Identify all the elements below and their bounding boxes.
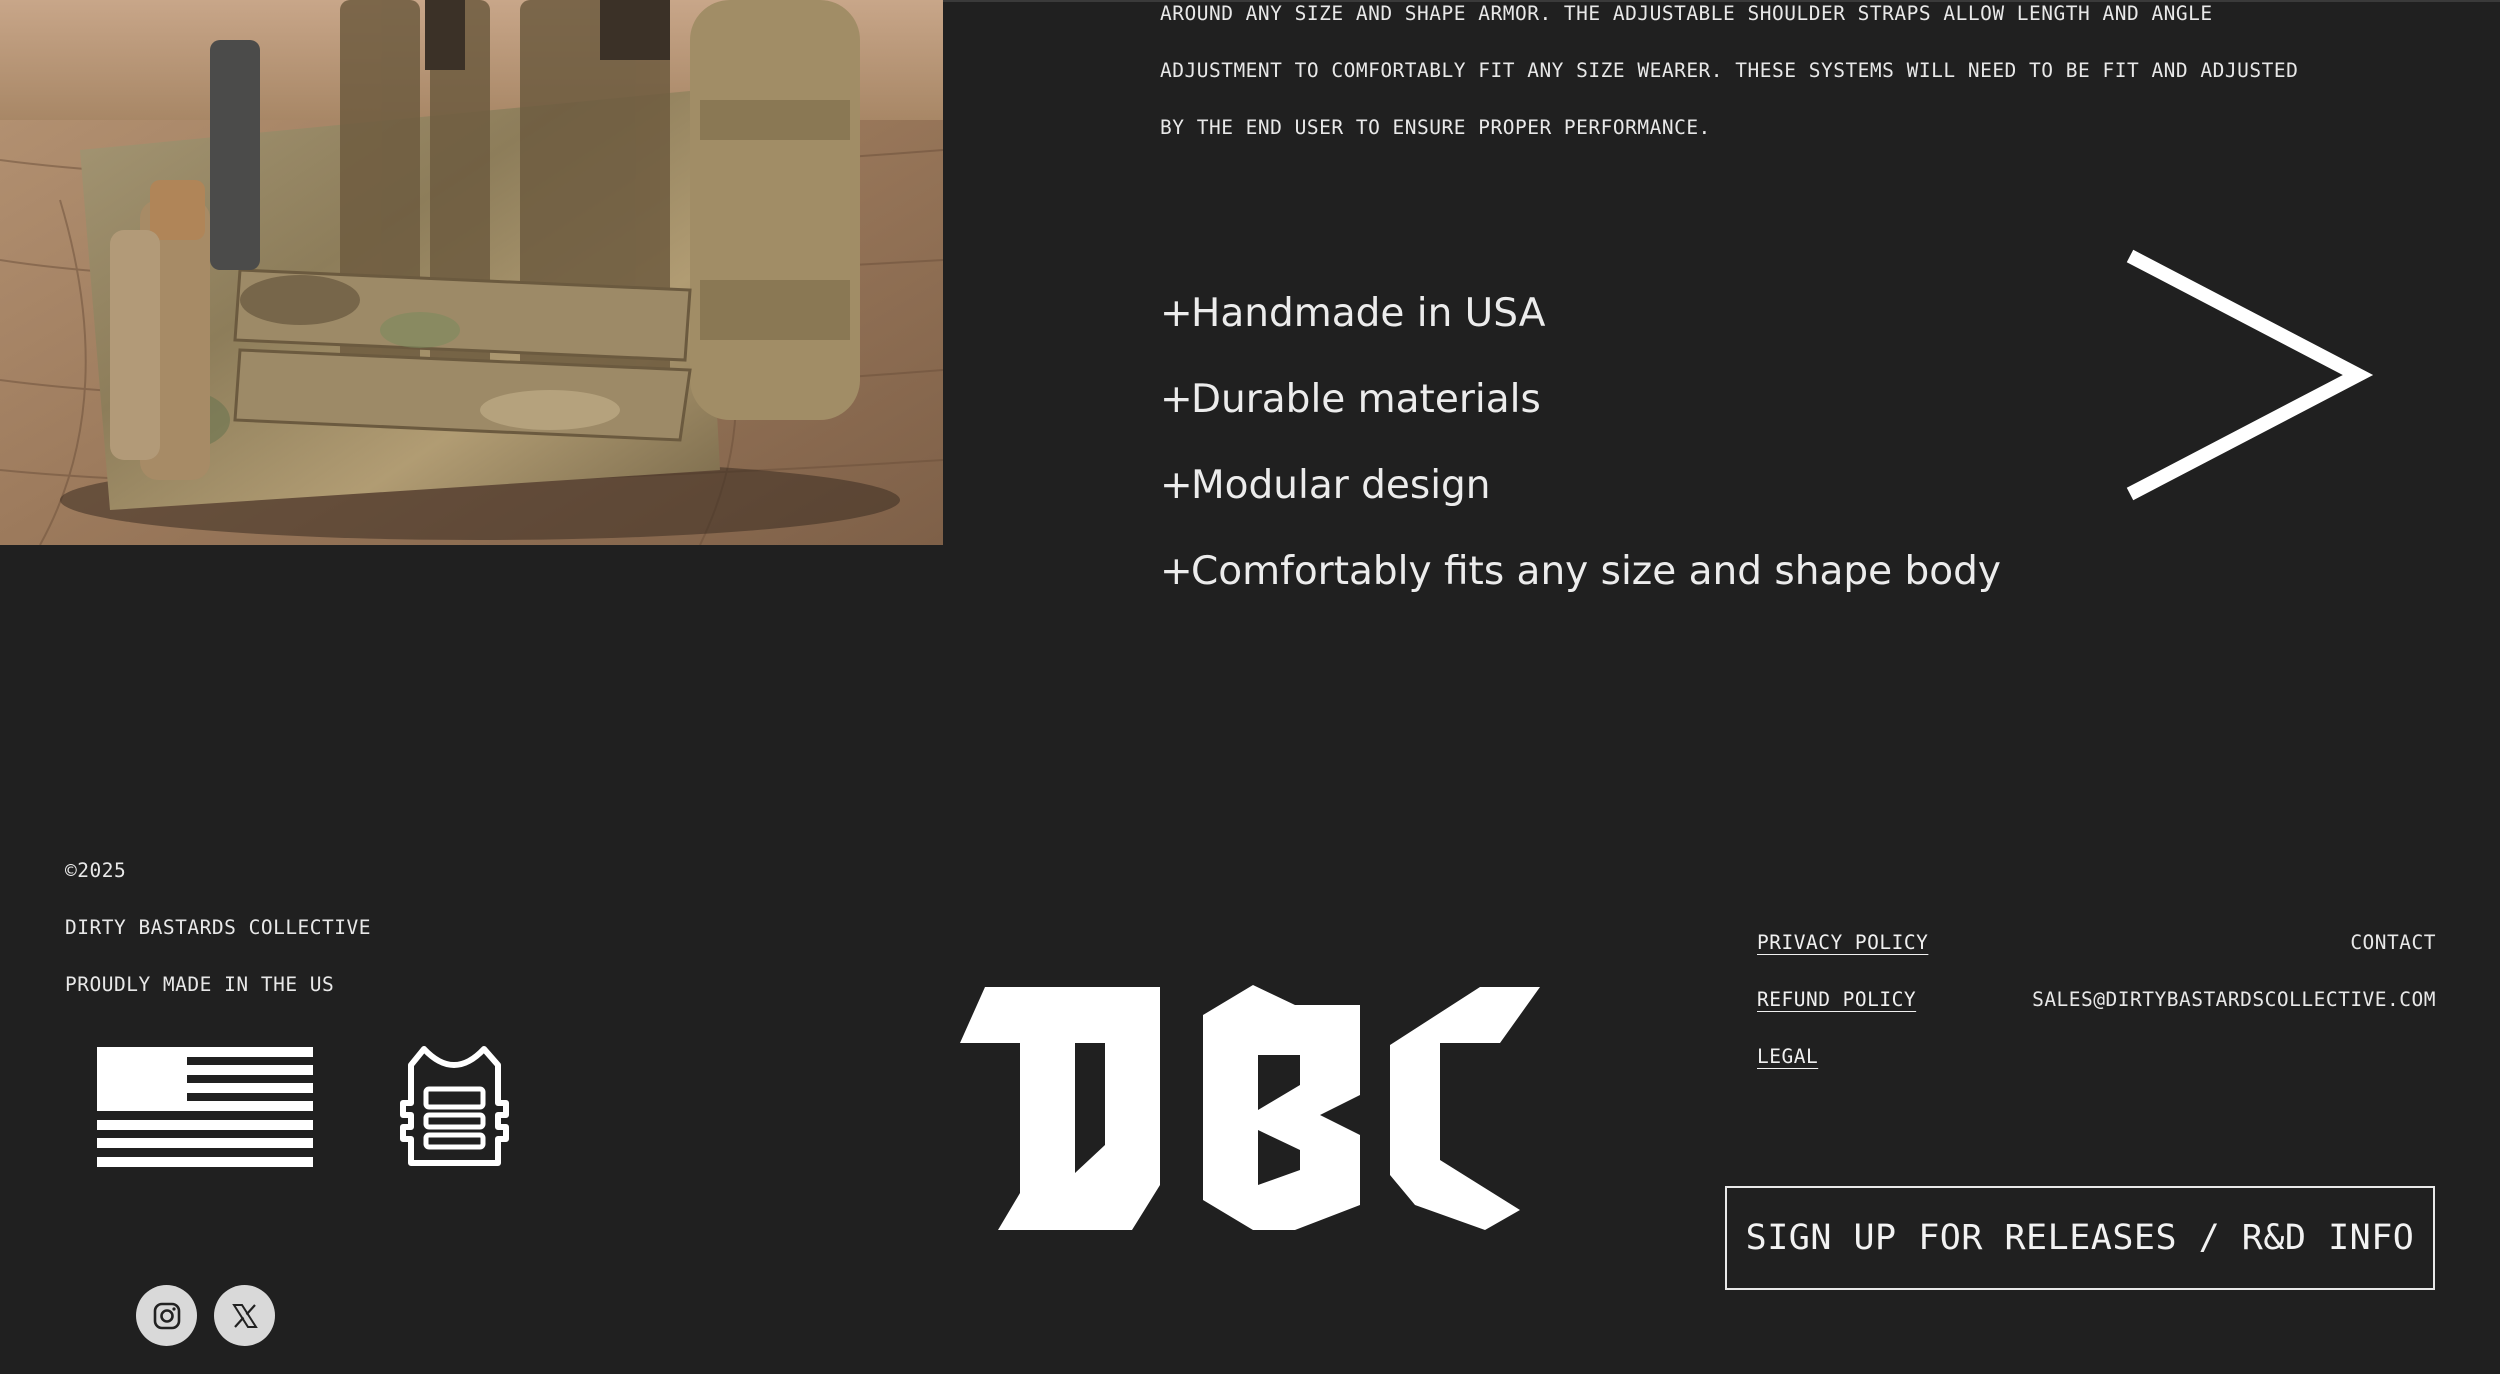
- plus-icon: +: [1160, 463, 1193, 508]
- chevron-right-icon: [2126, 249, 2374, 501]
- contact-email[interactable]: SALES@DIRTYBASTARDSCOLLECTIVE.COM: [2032, 988, 2436, 1011]
- feature-label: Comfortably fits any size and shape body: [1191, 549, 2001, 594]
- dbc-logo: [960, 985, 1540, 1230]
- made-in-us-text: PROUDLY MADE IN THE US: [65, 973, 335, 996]
- privacy-policy-link[interactable]: PRIVACY POLICY: [1757, 931, 1928, 954]
- refund-policy-link[interactable]: REFUND POLICY: [1757, 988, 1916, 1011]
- next-slide-button[interactable]: [2126, 248, 2376, 502]
- product-photo: [0, 0, 943, 545]
- feature-item: +Modular design: [1160, 456, 1491, 516]
- plus-icon: +: [1160, 377, 1193, 422]
- signup-button[interactable]: SIGN UP FOR RELEASES / R&D INFO: [1725, 1186, 2435, 1290]
- description-line: BY THE END USER TO ENSURE PROPER PERFORM…: [1160, 116, 1711, 139]
- description-line: ADJUSTMENT TO COMFORTABLY FIT ANY SIZE W…: [1160, 59, 2299, 82]
- feature-label: Modular design: [1191, 463, 1491, 508]
- feature-label: Handmade in USA: [1191, 291, 1546, 336]
- x-twitter-icon: [231, 1303, 258, 1328]
- company-name: DIRTY BASTARDS COLLECTIVE: [65, 916, 371, 939]
- copyright-text: ©2025: [65, 859, 127, 882]
- plus-icon: +: [1160, 549, 1193, 594]
- instagram-button[interactable]: [136, 1285, 197, 1346]
- feature-item: +Durable materials: [1160, 370, 1541, 430]
- contact-label: CONTACT: [2350, 931, 2436, 954]
- american-flag-icon: [97, 1047, 313, 1167]
- legal-link[interactable]: LEGAL: [1757, 1045, 1818, 1068]
- feature-label: Durable materials: [1191, 377, 1541, 422]
- plate-carrier-icon: [400, 1046, 509, 1166]
- feature-item: +Handmade in USA: [1160, 284, 1545, 344]
- instagram-icon: [153, 1302, 180, 1329]
- description-line: AROUND ANY SIZE AND SHAPE ARMOR. THE ADJ…: [1160, 2, 2213, 25]
- plus-icon: +: [1160, 291, 1193, 336]
- feature-item: +Comfortably fits any size and shape bod…: [1160, 542, 2001, 602]
- x-twitter-button[interactable]: [214, 1285, 275, 1346]
